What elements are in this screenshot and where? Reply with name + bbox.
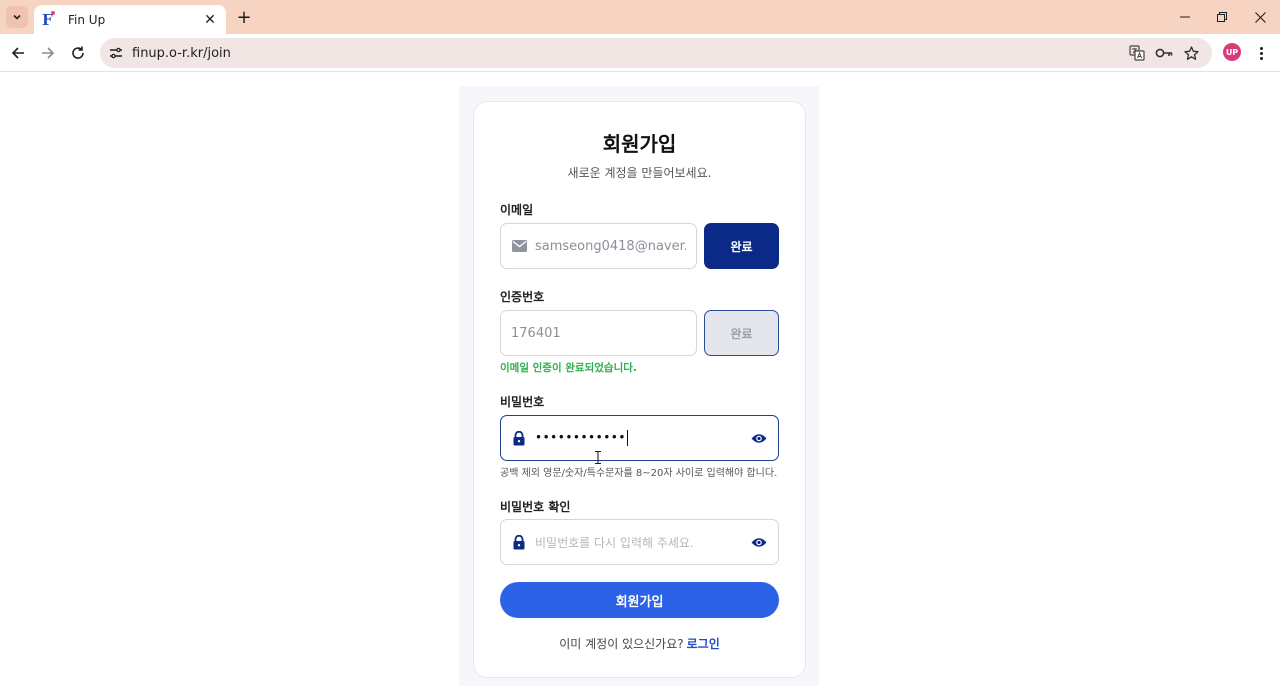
address-bar[interactable]: finup.o-r.kr/join <box>100 38 1212 68</box>
email-field[interactable]: samseong0418@naver.co <box>500 223 697 269</box>
email-value: samseong0418@naver.co <box>535 238 686 254</box>
new-tab-button[interactable]: + <box>234 7 254 28</box>
bookmark-star-icon[interactable] <box>1182 45 1200 61</box>
password-confirm-placeholder: 비밀번호를 다시 입력해 주세요. <box>535 535 694 550</box>
tab-close-icon[interactable]: ✕ <box>202 12 218 28</box>
password-confirm-field[interactable]: 비밀번호를 다시 입력해 주세요. <box>500 519 779 565</box>
password-value-wrap: •••••••••••• <box>535 430 750 446</box>
password-field[interactable]: •••••••••••• <box>500 415 779 461</box>
browser-tab-active[interactable]: F Fin Up ✕ <box>34 5 226 34</box>
signup-card: 회원가입 새로운 계정을 만들어보세요. 이메일 samseong0418@na… <box>473 101 806 678</box>
browser-menu-icon[interactable] <box>1254 43 1268 63</box>
minimize-icon <box>1180 16 1190 18</box>
mail-icon <box>511 238 527 254</box>
email-label: 이메일 <box>500 203 534 217</box>
browser-toolbar: finup.o-r.kr/join UP <box>0 34 1280 72</box>
reload-button[interactable] <box>67 42 89 64</box>
login-prompt-row: 이미 계정이 있으신가요? 로그인 <box>474 635 805 652</box>
url-text: finup.o-r.kr/join <box>132 45 231 61</box>
verification-code-value: 176401 <box>511 325 561 341</box>
minimize-button[interactable] <box>1173 6 1197 28</box>
site-settings-icon[interactable] <box>108 45 124 61</box>
password-value: •••••••••••• <box>535 430 626 445</box>
restore-button[interactable] <box>1210 6 1234 28</box>
lock-icon <box>511 534 527 550</box>
page-title: 회원가입 <box>602 132 677 156</box>
close-window-button[interactable] <box>1248 6 1272 28</box>
lock-icon <box>511 430 527 446</box>
arrow-right-icon <box>42 47 55 59</box>
page-content: 회원가입 새로운 계정을 만들어보세요. 이메일 samseong0418@na… <box>0 73 1280 686</box>
password-key-icon[interactable] <box>1155 45 1173 61</box>
restore-icon <box>1217 12 1227 22</box>
show-password-confirm-eye-icon[interactable] <box>750 534 768 550</box>
password-hint: 공백 제외 영문/숫자/특수문자를 8~20자 사이로 입력해야 합니다. <box>500 468 778 479</box>
password-label: 비밀번호 <box>500 395 545 409</box>
tab-title: Fin Up <box>68 12 106 27</box>
reload-icon <box>72 46 84 59</box>
tab-search-button[interactable] <box>6 6 28 28</box>
signup-submit-button[interactable]: 회원가입 <box>500 582 779 618</box>
code-label: 인증번호 <box>500 290 545 304</box>
verification-success-message: 이메일 인증이 완료되었습니다. <box>500 362 637 374</box>
password-confirm-label: 비밀번호 확인 <box>500 500 571 514</box>
finup-logo-icon: F <box>42 10 58 28</box>
profile-avatar[interactable]: UP <box>1223 43 1241 61</box>
forward-button[interactable] <box>37 42 59 64</box>
login-link[interactable]: 로그인 <box>687 637 720 651</box>
text-cursor-icon <box>595 451 601 464</box>
email-confirm-button[interactable]: 완료 <box>704 223 779 269</box>
close-icon <box>1254 11 1266 23</box>
translate-icon[interactable] <box>1128 45 1146 61</box>
page-subtitle: 새로운 계정을 만들어보세요. <box>567 166 712 180</box>
code-confirm-button[interactable]: 완료 <box>704 310 779 356</box>
chevron-down-icon <box>13 14 21 20</box>
text-caret <box>626 430 629 446</box>
app-column: 회원가입 새로운 계정을 만들어보세요. 이메일 samseong0418@na… <box>459 86 819 686</box>
arrow-left-icon <box>11 47 24 59</box>
show-password-eye-icon[interactable] <box>750 430 768 446</box>
back-button[interactable] <box>7 42 29 64</box>
login-prompt-text: 이미 계정이 있으신가요? <box>559 637 684 651</box>
verification-code-field[interactable]: 176401 <box>500 310 697 356</box>
browser-tab-bar: F Fin Up ✕ + <box>0 0 1280 34</box>
